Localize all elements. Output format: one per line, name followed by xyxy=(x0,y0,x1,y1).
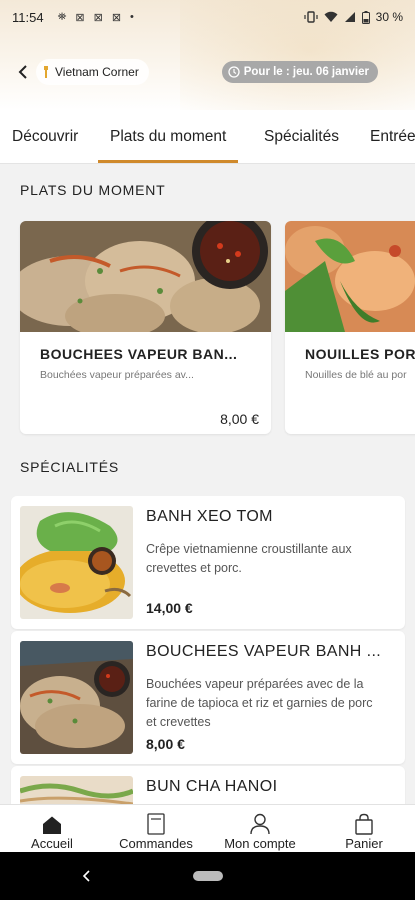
clock-icon xyxy=(228,66,240,78)
notification-icon: ⊠ xyxy=(111,11,122,24)
tab-decouvrir[interactable]: Découvrir xyxy=(12,110,78,163)
notification-icon: • xyxy=(130,10,134,23)
status-time: 11:54 xyxy=(12,9,44,25)
date-selector[interactable]: Pour le : jeu. 06 janvier xyxy=(221,61,378,83)
notification-icon: ⊠ xyxy=(93,11,103,24)
specialite-item-card[interactable]: BANH XEO TOM Crêpe vietnamienne croustil… xyxy=(11,496,405,629)
notification-icon: ⊠ xyxy=(75,11,85,24)
nav-label: Panier xyxy=(345,836,383,851)
back-button[interactable] xyxy=(10,58,36,86)
status-bar: 11:54 ⛯ ⊠ ⊠ ⊠ • 30 % xyxy=(0,0,415,34)
dish-photo xyxy=(20,221,271,332)
dish-description: Bouchées vapeur préparées av... xyxy=(40,369,194,381)
chevron-left-icon xyxy=(82,870,90,882)
battery-icon xyxy=(361,10,370,24)
store-icon xyxy=(44,66,48,78)
dish-photo xyxy=(20,506,133,619)
dish-title: BANH XEO TOM xyxy=(146,508,273,525)
nav-label: Commandes xyxy=(119,836,193,851)
system-home-button[interactable] xyxy=(193,871,223,881)
dish-price: 8,00 € xyxy=(146,736,185,752)
dish-photo xyxy=(285,221,415,332)
bottom-navigation: Accueil Commandes Mon compte Panier xyxy=(0,804,415,852)
tab-plats-du-moment[interactable]: Plats du moment xyxy=(97,110,239,163)
nav-accueil[interactable]: Accueil xyxy=(0,805,104,853)
nav-panier[interactable]: Panier xyxy=(312,805,415,853)
section-title-moment: PLATS DU MOMENT xyxy=(20,182,166,198)
nav-mon-compte[interactable]: Mon compte xyxy=(208,805,312,853)
dish-title: BUN CHA HANOI xyxy=(146,778,278,795)
nav-commandes[interactable]: Commandes xyxy=(104,805,208,853)
notification-icons: ⛯ ⊠ ⊠ ⊠ • xyxy=(58,11,134,24)
bag-icon xyxy=(355,813,373,835)
dish-title: BOUCHEES VAPEUR BANH ... xyxy=(146,643,382,660)
vibrate-icon xyxy=(304,11,318,23)
system-navigation-bar xyxy=(0,852,415,900)
tab-specialites[interactable]: Spécialités xyxy=(264,110,339,163)
dish-title: NOUILLES POR xyxy=(305,346,415,362)
battery-level: 30 % xyxy=(375,10,403,24)
nav-label: Accueil xyxy=(31,836,73,851)
notification-icon: ⛯ xyxy=(57,10,67,23)
tab-entrees[interactable]: Entrées xyxy=(370,110,415,163)
dish-photo xyxy=(20,776,133,804)
wifi-icon xyxy=(324,11,338,22)
date-label: Pour le : jeu. 06 janvier xyxy=(243,66,369,78)
category-tabs: Découvrir Plats du moment Spécialités En… xyxy=(0,110,415,164)
dish-title: BOUCHEES VAPEUR BAN... xyxy=(40,346,238,362)
store-name: Vietnam Corner xyxy=(55,65,139,79)
nav-label: Mon compte xyxy=(224,836,296,851)
dish-description: Crêpe vietnamienne croustillante aux cre… xyxy=(146,542,352,575)
signal-icon xyxy=(344,12,355,22)
top-bar: Vietnam Corner Pour le : jeu. 06 janvier xyxy=(10,58,405,86)
moment-item-card[interactable]: BOUCHEES VAPEUR BAN... Bouchées vapeur p… xyxy=(20,221,271,434)
moment-item-card[interactable]: NOUILLES POR Nouilles de blé au por xyxy=(285,221,415,434)
arrow-left-icon xyxy=(18,65,27,79)
user-icon xyxy=(250,813,270,835)
section-title-specialites: SPÉCIALITÉS xyxy=(20,459,120,475)
receipt-icon xyxy=(147,813,165,835)
home-icon xyxy=(43,816,61,834)
dish-photo xyxy=(20,641,133,754)
menu-content[interactable]: PLATS DU MOMENT BOUCHEES VAPEUR BAN... B… xyxy=(0,164,415,804)
specialite-item-card[interactable]: BOUCHEES VAPEUR BANH ... Bouchées vapeur… xyxy=(11,631,405,764)
dish-price: 14,00 € xyxy=(146,600,193,616)
dish-description: Nouilles de blé au por xyxy=(305,369,407,381)
specialite-item-card[interactable]: BUN CHA HANOI xyxy=(11,766,405,804)
store-selector[interactable]: Vietnam Corner xyxy=(36,59,149,85)
dish-description: Bouchées vapeur préparées avec de la far… xyxy=(146,677,373,729)
system-back-button[interactable] xyxy=(78,866,94,886)
header: 11:54 ⛯ ⊠ ⊠ ⊠ • 30 % Vietnam Corner Pour… xyxy=(0,0,415,110)
dish-price: 8,00 € xyxy=(220,411,259,427)
